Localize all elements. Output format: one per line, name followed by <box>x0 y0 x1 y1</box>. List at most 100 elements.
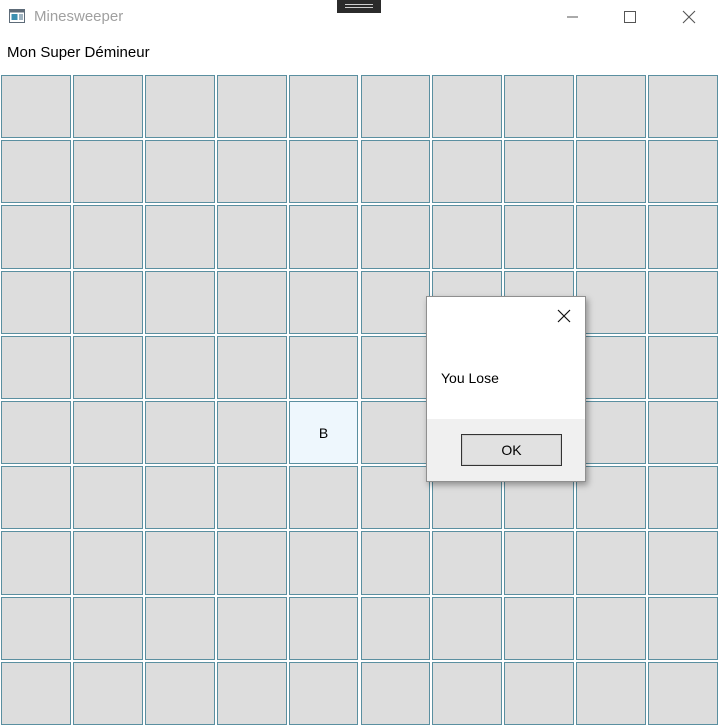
minimize-icon[interactable] <box>558 4 588 30</box>
grid-cell[interactable] <box>288 335 359 399</box>
grid-cell[interactable] <box>360 140 431 204</box>
grid-cell[interactable] <box>432 75 503 139</box>
grid-cell[interactable] <box>72 466 143 530</box>
grid-cell[interactable] <box>360 466 431 530</box>
grid-cell[interactable] <box>576 466 647 530</box>
grid-cell[interactable] <box>648 140 718 204</box>
grid-cell[interactable] <box>576 335 647 399</box>
grid-cell[interactable] <box>648 75 718 139</box>
grid-cell[interactable] <box>144 205 215 269</box>
app-window-icon <box>9 9 25 23</box>
grid-cell[interactable] <box>504 596 575 660</box>
grid-cell[interactable] <box>648 661 718 725</box>
grid-cell[interactable] <box>144 270 215 334</box>
grid-cell[interactable] <box>648 596 718 660</box>
grid-cell[interactable] <box>1 335 71 399</box>
grid-cell[interactable] <box>360 75 431 139</box>
grid-cell[interactable] <box>576 270 647 334</box>
grid-cell[interactable] <box>216 531 287 595</box>
drag-handle[interactable] <box>337 0 381 13</box>
grid-cell[interactable] <box>576 596 647 660</box>
grid-cell[interactable] <box>576 205 647 269</box>
grid-cell[interactable] <box>144 466 215 530</box>
grid-cell[interactable] <box>1 270 71 334</box>
grid-cell[interactable] <box>360 531 431 595</box>
grid-cell[interactable] <box>72 140 143 204</box>
grid-cell[interactable] <box>648 531 718 595</box>
grid-cell[interactable] <box>648 401 718 465</box>
grid-cell[interactable] <box>432 531 503 595</box>
grid-cell[interactable] <box>72 531 143 595</box>
grid-cell[interactable] <box>72 75 143 139</box>
grid-cell[interactable] <box>72 270 143 334</box>
grid-cell[interactable] <box>288 270 359 334</box>
grid-cell[interactable] <box>216 596 287 660</box>
grid-cell[interactable] <box>576 401 647 465</box>
grid-cell[interactable] <box>144 401 215 465</box>
grid-cell[interactable] <box>1 466 71 530</box>
grid-cell[interactable] <box>288 531 359 595</box>
grid-cell[interactable] <box>504 531 575 595</box>
grid-cell[interactable] <box>216 335 287 399</box>
grid-cell[interactable] <box>1 531 71 595</box>
grid-cell[interactable] <box>1 596 71 660</box>
grid-cell[interactable] <box>144 661 215 725</box>
grid-cell[interactable] <box>144 531 215 595</box>
grid-cell[interactable] <box>216 140 287 204</box>
grid-cell[interactable] <box>360 335 431 399</box>
grid-cell[interactable] <box>360 205 431 269</box>
grid-cell[interactable] <box>288 466 359 530</box>
grid-cell[interactable] <box>432 205 503 269</box>
grid-cell[interactable] <box>432 661 503 725</box>
grid-cell[interactable] <box>144 596 215 660</box>
grid-cell[interactable] <box>216 661 287 725</box>
grid-cell[interactable] <box>504 140 575 204</box>
grid-cell[interactable] <box>72 661 143 725</box>
grid-cell[interactable] <box>648 205 718 269</box>
grid-cell[interactable] <box>360 661 431 725</box>
grid-cell[interactable] <box>504 75 575 139</box>
grid-cell[interactable] <box>288 596 359 660</box>
grid-cell[interactable] <box>216 466 287 530</box>
grid-cell[interactable] <box>288 75 359 139</box>
grid-cell[interactable] <box>216 75 287 139</box>
grid-cell[interactable] <box>1 661 71 725</box>
grid-cell[interactable] <box>288 661 359 725</box>
grid-cell[interactable] <box>432 596 503 660</box>
grid-cell[interactable] <box>360 401 431 465</box>
grid-cell[interactable] <box>144 335 215 399</box>
grid-cell[interactable] <box>1 75 71 139</box>
grid-cell[interactable] <box>648 466 718 530</box>
grid-cell[interactable] <box>72 205 143 269</box>
grid-cell[interactable] <box>288 140 359 204</box>
grid-cell[interactable] <box>504 661 575 725</box>
grid-cell[interactable] <box>360 270 431 334</box>
grid-cell[interactable] <box>288 205 359 269</box>
grid-cell[interactable] <box>144 75 215 139</box>
ok-button[interactable]: OK <box>461 434 562 466</box>
grid-cell[interactable] <box>576 140 647 204</box>
dialog-close-icon[interactable] <box>555 307 573 325</box>
title-bar[interactable]: Minesweeper <box>0 0 719 34</box>
grid-cell[interactable] <box>216 270 287 334</box>
close-icon[interactable] <box>674 4 704 30</box>
grid-cell[interactable] <box>72 596 143 660</box>
grid-cell[interactable] <box>72 335 143 399</box>
grid-cell[interactable] <box>576 75 647 139</box>
grid-cell[interactable] <box>1 140 71 204</box>
grid-cell[interactable] <box>72 401 143 465</box>
grid-cell[interactable] <box>1 205 71 269</box>
maximize-icon[interactable] <box>615 4 645 30</box>
grid-cell[interactable] <box>648 335 718 399</box>
grid-cell[interactable] <box>144 140 215 204</box>
grid-cell[interactable] <box>432 140 503 204</box>
grid-cell[interactable] <box>504 205 575 269</box>
grid-cell[interactable] <box>576 531 647 595</box>
grid-cell[interactable] <box>1 401 71 465</box>
grid-cell[interactable] <box>360 596 431 660</box>
revealed-cell[interactable]: B <box>288 401 359 465</box>
grid-cell[interactable] <box>648 270 718 334</box>
grid-cell[interactable] <box>216 205 287 269</box>
grid-cell[interactable] <box>576 661 647 725</box>
grid-cell[interactable] <box>216 401 287 465</box>
